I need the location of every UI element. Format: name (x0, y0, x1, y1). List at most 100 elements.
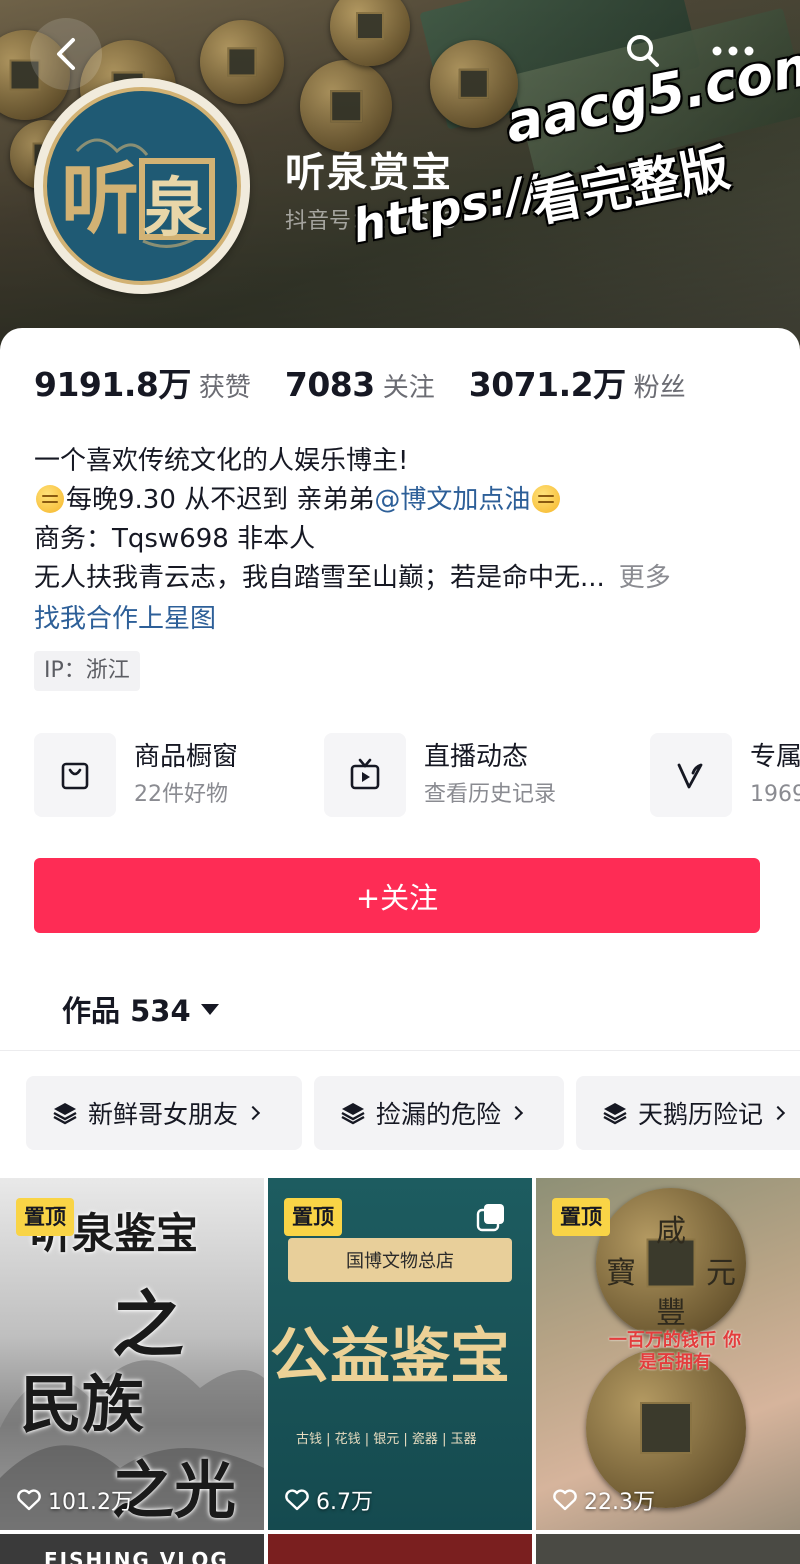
multi-image-icon (476, 1204, 504, 1232)
feature-live-updates[interactable]: 直播动态 查看历史记录 (324, 732, 556, 818)
stat-followers[interactable]: 3071.2万 粉丝 (469, 358, 686, 406)
video-tile[interactable]: 咸 元 豐 寶 一百万的钱币 你是否拥有 置顶 22.3万 (536, 1178, 800, 1530)
more-dots-icon (712, 46, 754, 56)
back-button[interactable] (30, 18, 102, 90)
feature-subtitle: 1969 (750, 782, 800, 807)
follow-button[interactable]: +关注 (34, 858, 760, 933)
chevron-right-icon (508, 1105, 524, 1121)
avatar-logo: 听 泉 (43, 87, 241, 285)
pinned-badge: 置顶 (16, 1198, 74, 1236)
video-tile[interactable] (268, 1534, 532, 1564)
coin-glyph: 豐 (656, 1296, 686, 1331)
avatar-glyph: 听 (61, 154, 140, 245)
stat-label: 获赞 (198, 373, 251, 403)
feature-text: 专属 1969 (750, 737, 800, 813)
stat-following[interactable]: 7083 关注 (285, 365, 435, 404)
video-likes-count: 101.2万 (48, 1490, 133, 1515)
feature-entries: 商品橱窗 22件好物 直播动态 查看历史记录 专属 1969 (34, 732, 800, 818)
stat-label: 粉丝 (633, 373, 686, 403)
feature-shop-window[interactable]: 商品橱窗 22件好物 (34, 732, 238, 818)
video-tile[interactable]: FISHING VLOG (0, 1534, 264, 1564)
cover-title: 公益鉴宝 (270, 1322, 510, 1392)
ip-location-tag: IP：浙江 (34, 651, 140, 691)
layers-icon (53, 1103, 77, 1125)
cover-banner: 国博文物总店 (288, 1238, 512, 1282)
feature-subtitle: 22件好物 (134, 782, 228, 807)
heart-icon (553, 1489, 577, 1511)
star-map-link[interactable]: 找我合作上星图 (34, 598, 216, 635)
cover-text: FISHING VLOG (44, 1548, 229, 1564)
relieved-emoji-icon (532, 485, 561, 513)
collection-label: 新鲜哥女朋友 (88, 1100, 239, 1129)
chevron-right-icon (245, 1105, 261, 1121)
profile-banner: 听 泉 听泉赏宝 抖音号：167633 aacg5.com https:// 看… (0, 0, 800, 360)
feature-title: 商品橱窗 (134, 742, 239, 772)
douyin-id[interactable]: 抖音号：167633 (285, 203, 457, 235)
profile-name: 听泉赏宝 (285, 150, 453, 196)
video-grid: 听泉鉴宝 之 民族 之光 置顶 101.2万 国博文物总店 公益鉴宝 古钱 | … (0, 1178, 800, 1564)
layers-icon (603, 1103, 627, 1125)
video-tile[interactable]: 国博文物总店 公益鉴宝 古钱 | 花钱 | 银元 | 瓷器 | 玉器 置顶 6.… (268, 1178, 532, 1530)
cover-banner-text: 国博文物总店 (346, 1251, 454, 1272)
bio-line: 商务：Tqsw698 非本人 (34, 524, 316, 554)
feature-icon-box (324, 733, 406, 817)
feature-exclusive[interactable]: 专属 1969 (650, 732, 800, 818)
back-arrow-icon (57, 38, 75, 70)
collection-chip[interactable]: 捡漏的危险 (314, 1076, 564, 1150)
cover-text: 民族 (20, 1368, 145, 1441)
coin-glyph: 咸 (656, 1214, 686, 1249)
video-likes: 101.2万 (16, 1484, 133, 1516)
caret-down-icon (200, 1003, 219, 1015)
bio-more-link[interactable]: 更多 (619, 563, 671, 593)
feature-title: 直播动态 (424, 742, 529, 772)
bio-text: 每晚9.30 从不迟到 亲弟弟 (66, 485, 375, 515)
bio-line: 无人扶我青云志，我自踏雪至山巅；若是命中无... 更多 (34, 559, 774, 598)
avatar-glyph: 泉 (143, 171, 207, 246)
v-icon (677, 763, 703, 789)
search-button[interactable] (618, 26, 668, 76)
feature-icon-box (650, 733, 732, 817)
mention-link[interactable]: @博文加点油 (374, 485, 530, 515)
stat-number: 3071.2万 (468, 365, 626, 404)
video-likes-count: 6.7万 (316, 1490, 373, 1515)
profile-stats: 9191.8万 获赞 7083 关注 3071.2万 粉丝 (34, 358, 720, 406)
video-likes-count: 22.3万 (584, 1490, 655, 1515)
bio-text: 无人扶我青云志，我自踏雪至山巅；若是命中无... (34, 563, 605, 593)
collections-row: 新鲜哥女朋友 捡漏的危险 天鹅历险记 (26, 1076, 800, 1150)
feature-icon-box (34, 733, 116, 817)
works-tab[interactable]: 作品 534 (62, 988, 219, 1030)
feature-text: 商品橱窗 22件好物 (134, 737, 238, 813)
pinned-badge: 置顶 (552, 1198, 610, 1236)
chevron-right-icon (770, 1105, 786, 1121)
layers-icon (341, 1103, 365, 1125)
works-tab-label: 作品 534 (62, 994, 191, 1028)
collection-chip[interactable]: 天鹅历险记 (576, 1076, 800, 1150)
profile-bio: 一个喜欢传统文化的人娱乐博主! 每晚9.30 从不迟到 亲弟弟@博文加点油 商务… (34, 442, 774, 598)
stat-number: 9191.8万 (34, 365, 191, 404)
collection-label: 捡漏的危险 (376, 1100, 502, 1129)
more-options-button[interactable] (708, 26, 758, 76)
divider (0, 1050, 800, 1051)
search-icon (627, 35, 659, 67)
heart-icon (17, 1489, 41, 1511)
feature-title: 专属 (750, 742, 800, 772)
stat-likes[interactable]: 9191.8万 获赞 (34, 358, 251, 406)
bio-line: 每晚9.30 从不迟到 亲弟弟@博文加点油 (34, 481, 774, 520)
stat-number: 7083 (284, 365, 375, 404)
relieved-emoji-icon (36, 485, 64, 513)
cover-caption: 一百万的钱币 你是否拥有 (608, 1330, 742, 1373)
bag-icon (61, 762, 89, 790)
coin-glyph: 寶 (606, 1256, 636, 1291)
collection-chip[interactable]: 新鲜哥女朋友 (26, 1076, 302, 1150)
coin-glyph: 元 (706, 1256, 736, 1291)
pinned-badge: 置顶 (284, 1198, 342, 1236)
feature-text: 直播动态 查看历史记录 (424, 737, 556, 813)
avatar[interactable]: 听 泉 (34, 78, 250, 294)
video-tile[interactable]: 听泉鉴宝 之 民族 之光 置顶 101.2万 (0, 1178, 264, 1530)
cover-subtitle: 古钱 | 花钱 | 银元 | 瓷器 | 玉器 (296, 1432, 477, 1447)
heart-icon (285, 1489, 309, 1511)
collection-label: 天鹅历险记 (638, 1100, 764, 1129)
video-tile[interactable] (536, 1534, 800, 1564)
video-likes: 6.7万 (284, 1484, 373, 1516)
stat-label: 关注 (382, 373, 435, 403)
